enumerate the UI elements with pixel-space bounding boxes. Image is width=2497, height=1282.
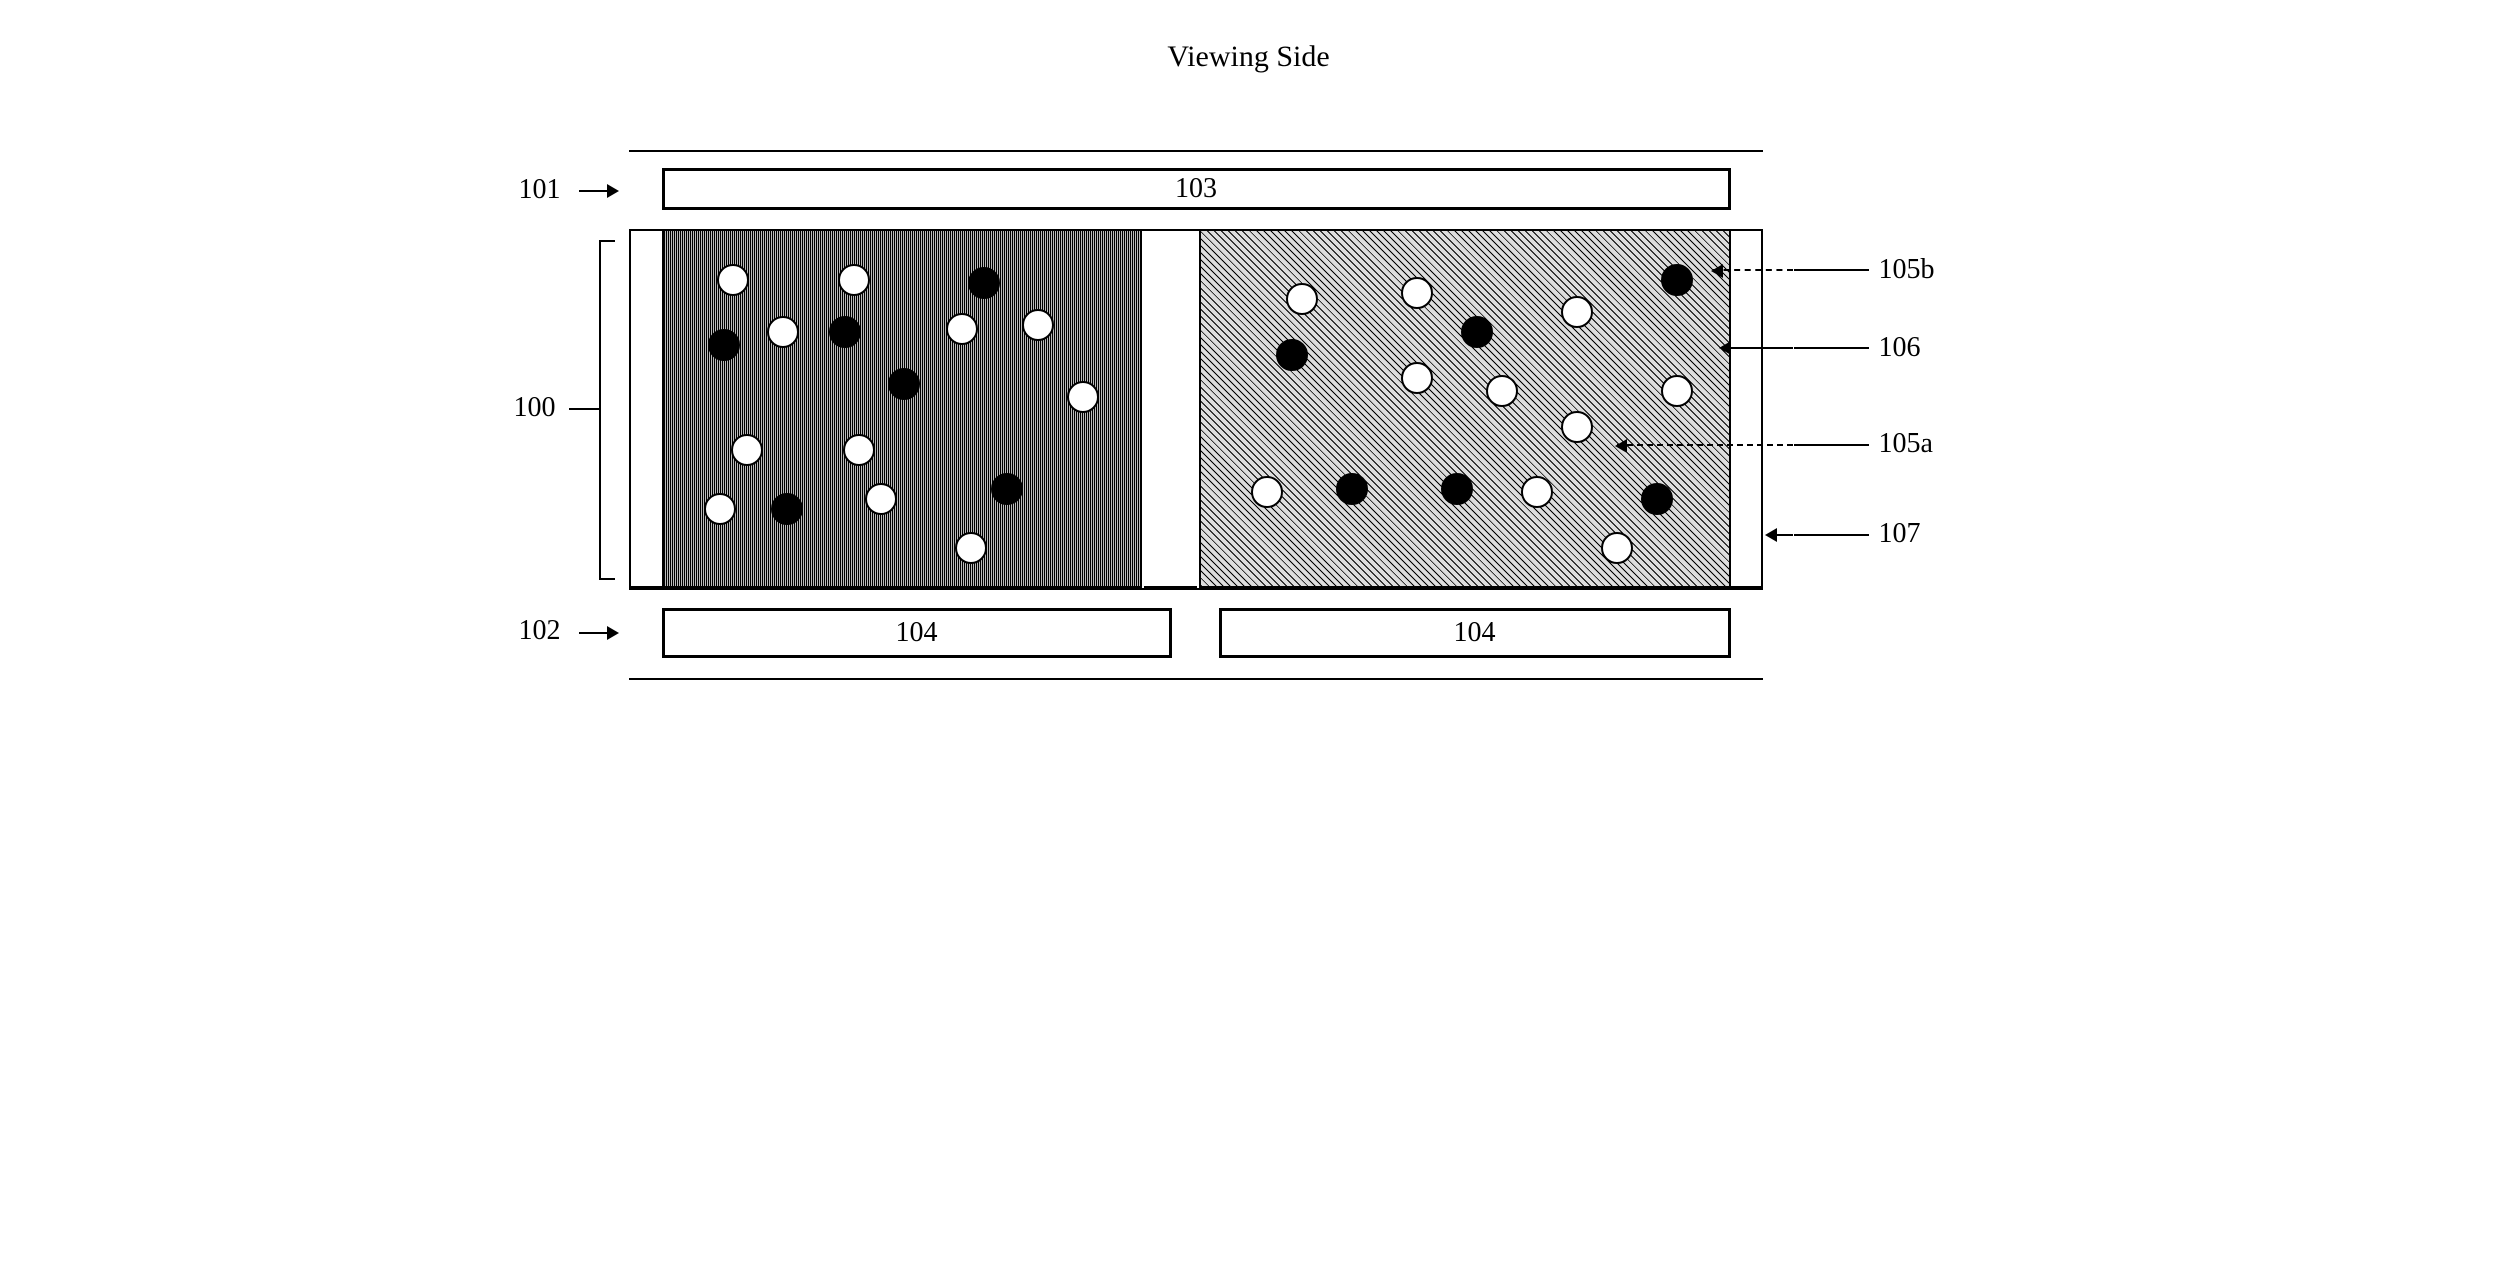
white-particle xyxy=(1022,309,1054,341)
sidewall-right xyxy=(1731,229,1763,588)
arrow-105b xyxy=(1713,269,1793,271)
white-particle xyxy=(1401,362,1433,394)
leader-106 xyxy=(1794,347,1869,349)
white-particle xyxy=(843,434,875,466)
diagram-title: Viewing Side xyxy=(1167,40,1329,74)
arrow-102 xyxy=(579,632,617,634)
black-particle xyxy=(1661,264,1693,296)
leader-105b xyxy=(1794,269,1869,271)
white-particle xyxy=(865,483,897,515)
bottom-substrate-lower-rule xyxy=(629,678,1763,680)
label-107: 107 xyxy=(1879,518,1921,550)
white-particle xyxy=(1401,277,1433,309)
label-105b: 105b xyxy=(1879,254,1935,286)
sidewall-left xyxy=(629,229,662,588)
diagram-container: Viewing Side 103 104 104 101 102 100 105… xyxy=(499,40,1999,810)
bottom-substrate-upper-rule xyxy=(629,588,1763,590)
white-particle xyxy=(955,532,987,564)
white-particle xyxy=(731,434,763,466)
pixel-electrode-104-left: 104 xyxy=(662,608,1172,658)
white-particle xyxy=(717,264,749,296)
electrode-104-label-left: 104 xyxy=(896,617,938,649)
white-particle xyxy=(1561,296,1593,328)
pixel-electrode-104-right: 104 xyxy=(1219,608,1731,658)
bracket-100 xyxy=(599,240,601,580)
white-particle xyxy=(1067,381,1099,413)
display-cell-left xyxy=(662,229,1142,588)
white-particle xyxy=(767,316,799,348)
black-particle xyxy=(829,316,861,348)
partition-wall-107 xyxy=(1144,229,1197,588)
arrow-106 xyxy=(1721,347,1793,349)
white-particle xyxy=(838,264,870,296)
white-particle xyxy=(1601,532,1633,564)
electrode-104-label-right: 104 xyxy=(1454,617,1496,649)
label-100: 100 xyxy=(514,392,556,424)
black-particle xyxy=(1336,473,1368,505)
white-particle xyxy=(1561,411,1593,443)
label-101: 101 xyxy=(519,174,561,206)
black-particle xyxy=(1276,339,1308,371)
black-particle xyxy=(771,493,803,525)
label-106: 106 xyxy=(1879,332,1921,364)
top-substrate-upper-rule xyxy=(629,150,1763,152)
black-particle xyxy=(968,267,1000,299)
black-particle xyxy=(888,368,920,400)
common-electrode-103: 103 xyxy=(662,168,1731,210)
black-particle xyxy=(708,329,740,361)
label-105a: 105a xyxy=(1879,428,1933,460)
leader-107 xyxy=(1794,534,1869,536)
display-cell-right-fluid-106 xyxy=(1199,229,1731,588)
leader-105a xyxy=(1794,444,1869,446)
black-particle xyxy=(1461,316,1493,348)
white-particle xyxy=(946,313,978,345)
leader-100 xyxy=(569,408,599,410)
electrode-103-label: 103 xyxy=(1175,173,1217,205)
arrow-101 xyxy=(579,190,617,192)
arrow-107 xyxy=(1767,534,1793,536)
white-particle xyxy=(1286,283,1318,315)
white-particle xyxy=(1661,375,1693,407)
label-102: 102 xyxy=(519,615,561,647)
black-particle xyxy=(1441,473,1473,505)
white-particle xyxy=(704,493,736,525)
black-particle xyxy=(1641,483,1673,515)
white-particle xyxy=(1251,476,1283,508)
black-particle xyxy=(991,473,1023,505)
white-particle xyxy=(1486,375,1518,407)
arrow-105a xyxy=(1617,444,1793,446)
white-particle xyxy=(1521,476,1553,508)
